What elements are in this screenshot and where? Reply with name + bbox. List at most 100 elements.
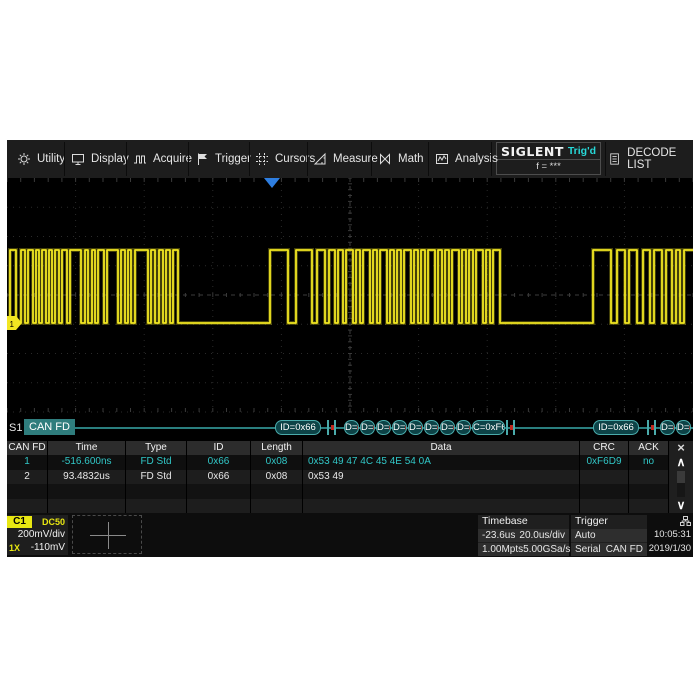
frame-boundary-marker [327, 420, 336, 435]
table-header-row: CAN FDTimeTypeIDLengthDataCRCACK [7, 441, 669, 455]
add-channel-button[interactable] [72, 515, 142, 554]
timebase-descriptor[interactable]: Timebase -23.6us 20.0us/div 1.00Mpts 5.0… [478, 515, 569, 556]
clock-date: 2019/1/30 [649, 543, 691, 554]
scroll-down-icon[interactable]: ∨ [677, 498, 686, 513]
decode-field-bubble: C=0xF6D9 [472, 420, 505, 435]
timebase-points: 1.00Mpts [482, 543, 523, 556]
menu-item-decode-list[interactable]: DECODE LIST [609, 140, 693, 178]
trigger-title: Trigger [571, 515, 647, 528]
empty-cell [629, 499, 669, 514]
channel1-label: C1 [7, 516, 32, 528]
menu-item-math[interactable]: Math [378, 140, 424, 178]
menu-separator [126, 142, 127, 176]
cell-id: 0x66 [187, 455, 251, 470]
menu-item-acquire[interactable]: Acquire [133, 140, 192, 178]
empty-cell [629, 484, 669, 499]
display-icon [71, 152, 85, 166]
empty-cell [48, 499, 126, 514]
trigger-status-badge: Trig'd [568, 145, 596, 157]
decode-data-bubble: D=▸ [344, 420, 359, 435]
menu-separator [249, 142, 250, 176]
trigger-mode: Auto [575, 529, 596, 542]
waveform-grid: 1 S1 CAN FD ID=0x66D=▸D=▸D=▸D=▸D=▸D=▸D=▸… [7, 178, 693, 441]
empty-cell [580, 484, 629, 499]
channel1-marker-number: 1 [10, 320, 15, 329]
cell-data: 0x53 49 47 4C 45 4E 54 0A [303, 455, 580, 470]
table-row [7, 484, 669, 499]
menu-item-trigger[interactable]: Trigger [195, 140, 251, 178]
column-header-crc: CRC [580, 441, 629, 455]
menu-item-label: Acquire [153, 153, 192, 165]
decode-table: CAN FDTimeTypeIDLengthDataCRCACK1-516.60… [7, 441, 693, 513]
menu-item-label: Display [91, 153, 129, 165]
empty-cell [187, 499, 251, 514]
decode-protocol-label: CAN FD [24, 419, 75, 435]
decode-list-icon [609, 152, 620, 166]
trigger-descriptor[interactable]: Trigger Auto Serial CAN FD [571, 515, 647, 556]
frame-boundary-marker [506, 420, 515, 435]
trigger-flag-icon [195, 152, 209, 166]
column-header-ack: ACK [629, 441, 669, 455]
frame-boundary-marker [647, 420, 656, 435]
decode-data-bubble: D=▸ [660, 420, 675, 435]
empty-cell [126, 484, 187, 499]
menu-item-label: Math [398, 153, 424, 165]
gear-icon [17, 152, 31, 166]
cell-data: 0x53 49 [303, 470, 580, 485]
cell-length: 0x08 [251, 455, 303, 470]
status-bar: C1 DC50 200mV/div 1X -110mV Timebase -23… [7, 513, 693, 557]
close-icon[interactable]: × [677, 441, 685, 455]
menu-item-analysis[interactable]: Analysis [435, 140, 498, 178]
cell-crc: 0xF6D9 [580, 455, 629, 470]
menu-item-label: Utility [37, 153, 65, 165]
cell-can-fd: 2 [7, 470, 48, 485]
channel1-coupling: DC50 [42, 517, 65, 527]
table-row[interactable]: 1-516.600nsFD Std0x660x080x53 49 47 4C 4… [7, 455, 669, 470]
menu-item-display[interactable]: Display [71, 140, 129, 178]
menu-separator [371, 142, 372, 176]
timebase-samplerate: 5.00GSa/s [523, 543, 570, 556]
channel1-probe: 1X [9, 543, 20, 553]
scrollbar-thumb[interactable] [677, 471, 685, 483]
cursors-icon [255, 152, 269, 166]
menu-item-utility[interactable]: Utility [17, 140, 65, 178]
menu-separator [307, 142, 308, 176]
empty-cell [580, 499, 629, 514]
decode-data-bubble: D=▸ [408, 420, 423, 435]
cell-id: 0x66 [187, 470, 251, 485]
trigger-type: Serial [575, 543, 601, 556]
table-scroll-column: × ∧ ∨ [669, 441, 693, 513]
trigger-position-marker[interactable] [264, 178, 280, 188]
network-icon [680, 516, 691, 526]
scrollbar-track[interactable] [677, 471, 685, 497]
channel1-descriptor[interactable]: C1 DC50 200mV/div 1X -110mV [7, 515, 68, 555]
menu-separator [188, 142, 189, 176]
scroll-up-icon[interactable]: ∧ [677, 455, 686, 470]
table-row [7, 499, 669, 514]
decode-data-bubble: D=▸ [376, 420, 391, 435]
empty-cell [303, 499, 580, 514]
empty-cell [187, 484, 251, 499]
decode-data-bubble: D=▸ [440, 420, 455, 435]
menu-bar: SIGLENT Trig'd f = *** DECODE LIST Utili… [7, 140, 693, 178]
menu-item-measure[interactable]: Measure [313, 140, 378, 178]
menu-separator [64, 142, 65, 176]
empty-cell [7, 484, 48, 499]
measure-icon [313, 152, 327, 166]
channel1-scale: 200mV/div [18, 529, 65, 540]
cell-length: 0x08 [251, 470, 303, 485]
decode-data-bubble: D=▸ [392, 420, 407, 435]
decode-list-label: DECODE LIST [627, 147, 693, 171]
oscilloscope-screen: SIGLENT Trig'd f = *** DECODE LIST Utili… [7, 140, 693, 557]
cell-time: 93.4832us [48, 470, 126, 485]
column-header-can-fd: CAN FD [7, 441, 48, 455]
empty-cell [126, 499, 187, 514]
decode-field-bubble: ID=0x66 [275, 420, 321, 435]
decode-data-bubble: D=▸ [676, 420, 691, 435]
empty-cell [303, 484, 580, 499]
table-row[interactable]: 293.4832usFD Std0x660x080x53 49 [7, 470, 669, 485]
siglent-logo: SIGLENT [501, 144, 564, 159]
clock-time: 10:05:31 [654, 529, 691, 540]
menu-separator [605, 142, 606, 176]
menu-item-label: Cursors [275, 153, 315, 165]
